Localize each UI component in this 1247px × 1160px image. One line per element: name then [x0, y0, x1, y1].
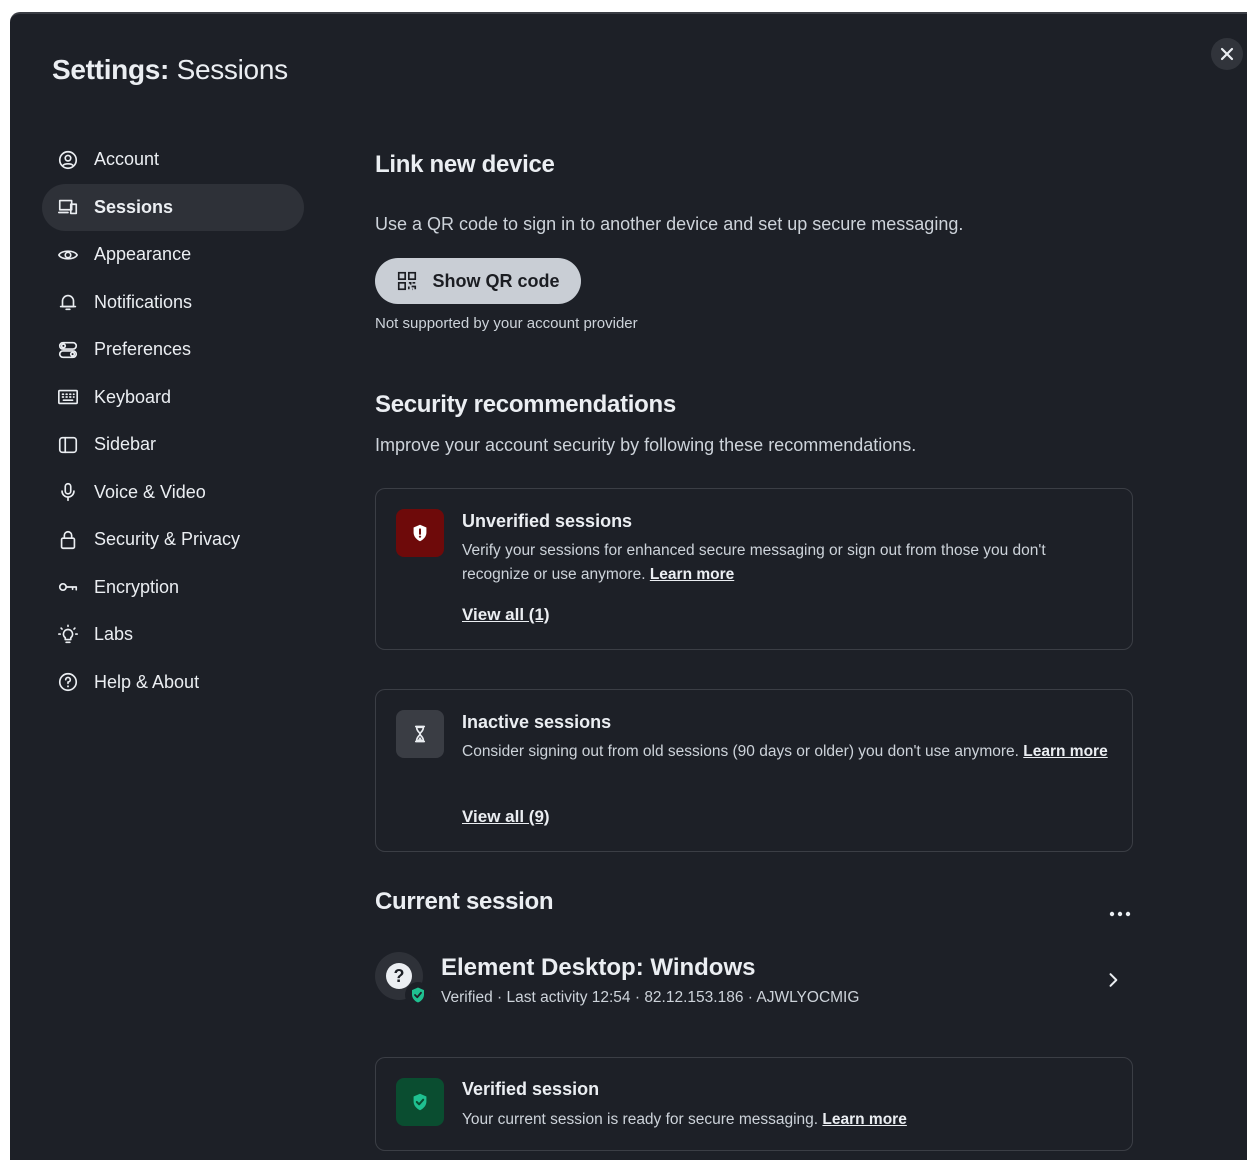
sidebar-item-notifications[interactable]: Notifications — [42, 279, 304, 327]
inactive-title: Inactive sessions — [462, 712, 612, 732]
shield-alert-icon — [413, 524, 427, 542]
unverified-view-all-link[interactable]: View all (1) — [462, 605, 550, 625]
inactive-body: Consider signing out from old sessions (… — [462, 740, 1112, 764]
show-qr-code-button[interactable]: Show QR code — [375, 258, 581, 304]
help-icon — [56, 670, 80, 694]
close-button[interactable] — [1211, 38, 1243, 70]
more-options-icon — [1109, 911, 1131, 917]
qr-code-icon — [398, 271, 417, 291]
device-name: Element Desktop: Windows — [441, 954, 756, 981]
chevron-right-icon[interactable] — [1103, 970, 1123, 990]
device-avatar: ? — [375, 952, 431, 1008]
sidebar-item-label: Labs — [94, 624, 134, 645]
sidebar-item-sidebar[interactable]: Sidebar — [42, 421, 304, 469]
shield-check-icon — [412, 987, 424, 1003]
preferences-icon — [56, 338, 80, 362]
microphone-icon — [56, 480, 80, 504]
sidebar-item-sessions[interactable]: Sessions — [42, 183, 304, 231]
sidebar-item-security-privacy[interactable]: Security & Privacy — [42, 516, 304, 564]
sidebar-item-encryption[interactable]: Encryption — [42, 564, 304, 612]
show-qr-code-label: Show QR code — [432, 270, 560, 291]
sidebar-item-label: Preferences — [94, 339, 192, 360]
verified-title: Verified session — [462, 1079, 600, 1099]
sidebar-item-label: Encryption — [94, 576, 180, 597]
sidebar-item-label: Sidebar — [94, 434, 157, 455]
inactive-body-text: Consider signing out from old sessions (… — [462, 743, 1019, 760]
lightbulb-icon — [56, 623, 80, 647]
close-icon — [1220, 47, 1234, 61]
unverified-learn-more-link[interactable]: Learn more — [650, 566, 734, 583]
sidebar-item-label: Keyboard — [94, 386, 172, 407]
sidebar-item-label: Security & Privacy — [94, 529, 241, 550]
verified-learn-more-link[interactable]: Learn more — [822, 1111, 906, 1128]
link-device-heading: Link new device — [375, 151, 555, 178]
page-title-section: Sessions — [176, 54, 289, 85]
page-title: Settings: Sessions — [52, 54, 288, 86]
sidebar-item-keyboard[interactable]: Keyboard — [42, 374, 304, 422]
link-device-description: Use a QR code to sign in to another devi… — [375, 214, 964, 234]
verified-badge — [396, 1078, 444, 1126]
sidebar-item-label: Voice & Video — [94, 481, 206, 502]
verified-session-card: Verified session Your current session is… — [375, 1057, 1133, 1151]
verified-body: Your current session is ready for secure… — [462, 1108, 1112, 1132]
qr-unsupported-note: Not supported by your account provider — [375, 315, 638, 332]
sidebar-item-preferences[interactable]: Preferences — [42, 326, 304, 374]
shield-check-icon — [413, 1093, 427, 1111]
inactive-learn-more-link[interactable]: Learn more — [1023, 743, 1107, 760]
unverified-sessions-card: Unverified sessions Verify your sessions… — [375, 488, 1133, 650]
sidebar-icon — [56, 433, 80, 457]
unverified-body: Verify your sessions for enhanced secure… — [462, 539, 1112, 587]
bell-icon — [56, 290, 80, 314]
inactive-badge — [396, 710, 444, 758]
lock-icon — [56, 528, 80, 552]
eye-icon — [56, 243, 80, 267]
unverified-title: Unverified sessions — [462, 511, 633, 531]
sidebar-item-label: Account — [94, 149, 160, 170]
security-heading: Security recommendations — [375, 391, 676, 418]
sidebar-item-labs[interactable]: Labs — [42, 611, 304, 659]
settings-sidebar: Account Sessions Appearance Notification… — [42, 136, 304, 706]
devices-icon — [56, 195, 80, 219]
user-circle-icon — [56, 148, 80, 172]
current-session-heading: Current session — [375, 888, 554, 915]
current-session-row[interactable]: ? Element Desktop: Windows Verified · La… — [375, 952, 1133, 1016]
unverified-badge — [396, 509, 444, 557]
sidebar-item-label: Notifications — [94, 291, 193, 312]
security-description: Improve your account security by followi… — [375, 435, 917, 455]
key-icon — [56, 575, 80, 599]
inactive-sessions-card: Inactive sessions Consider signing out f… — [375, 689, 1133, 852]
current-session-menu-button[interactable] — [1105, 904, 1135, 924]
sidebar-item-label: Appearance — [94, 244, 192, 265]
hourglass-icon — [414, 725, 426, 743]
device-meta: Verified · Last activity 12:54 · 82.12.1… — [441, 989, 860, 1006]
sidebar-item-help-about[interactable]: Help & About — [42, 659, 304, 707]
settings-dialog: Settings: Sessions Account Sessions Appe… — [10, 12, 1247, 1160]
page-title-prefix: Settings: — [52, 54, 170, 85]
unverified-body-text: Verify your sessions for enhanced secure… — [462, 542, 1046, 583]
sidebar-item-voice-video[interactable]: Voice & Video — [42, 469, 304, 517]
keyboard-icon — [56, 385, 80, 409]
inactive-view-all-link[interactable]: View all (9) — [462, 807, 550, 827]
sidebar-item-label: Sessions — [94, 196, 174, 217]
verified-body-text: Your current session is ready for secure… — [462, 1111, 819, 1128]
verified-dot — [405, 982, 431, 1008]
sidebar-item-label: Help & About — [94, 671, 200, 692]
sidebar-item-appearance[interactable]: Appearance — [42, 231, 304, 279]
sidebar-item-account[interactable]: Account — [42, 136, 304, 184]
